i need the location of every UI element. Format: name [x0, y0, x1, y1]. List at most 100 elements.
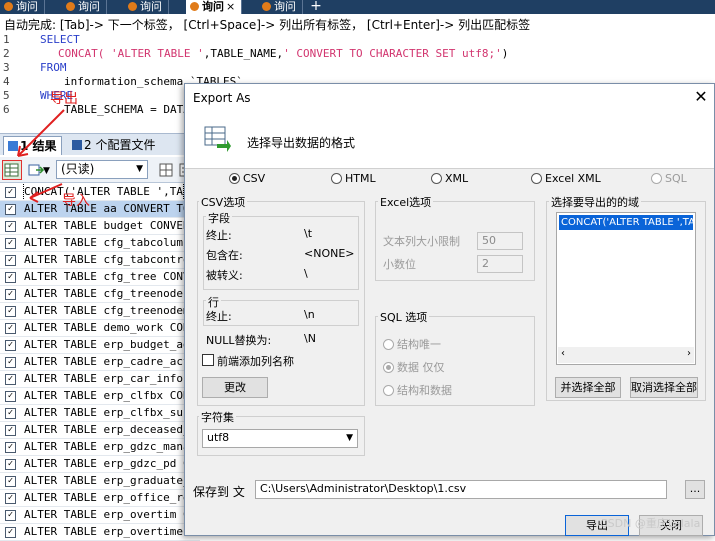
query-tab-icon: [128, 2, 137, 11]
chevron-left-icon[interactable]: ‹: [561, 348, 565, 359]
chevron-right-icon[interactable]: ›: [687, 348, 691, 359]
table-row[interactable]: ✓ ALTER TABLE cfg_treenode: [0, 286, 200, 303]
export-annotation: 导出: [50, 91, 78, 107]
row-checkbox[interactable]: ✓: [5, 289, 16, 300]
table-cell: ALTER TABLE cfg_treenode: [24, 287, 183, 300]
table-row[interactable]: ✓ ALTER TABLE erp_car_info: [0, 371, 200, 388]
table-row[interactable]: ✓ ALTER TABLE erp_office_re: [0, 490, 200, 507]
row-checkbox[interactable]: ✓: [5, 459, 16, 470]
col-width-label: 文本列大小限制: [383, 235, 460, 248]
select-fields-label: 选择要导出的的域: [549, 194, 641, 210]
row-checkbox[interactable]: ✓: [5, 391, 16, 402]
query-tab-2[interactable]: 询问: [62, 0, 107, 14]
null-value[interactable]: \N: [304, 332, 316, 345]
row-checkbox[interactable]: ✓: [5, 272, 16, 283]
terminated-value[interactable]: \t: [304, 227, 312, 240]
add-column-names-checkbox[interactable]: [202, 354, 214, 366]
row-checkbox[interactable]: ✓: [5, 221, 16, 232]
table-row[interactable]: ✓ ALTER TABLE erp_overtime: [0, 524, 200, 541]
table-row[interactable]: ✓ ALTER TABLE cfg_tabcontro: [0, 252, 200, 269]
save-path-input[interactable]: C:\Users\Administrator\Desktop\1.csv: [255, 480, 667, 499]
table-row[interactable]: ✓ ALTER TABLE budget CONVER: [0, 218, 200, 235]
result-grid[interactable]: ✓ CONCAT('ALTER TABLE ',TA ✓ ALTER TABLE aa…: [0, 184, 200, 541]
table-row[interactable]: ✓ ALTER TABLE erp_deceased_: [0, 422, 200, 439]
table-cell: ALTER TABLE erp_overtim C: [24, 508, 190, 521]
sql-data-only-radio[interactable]: 数据 仅仅: [383, 359, 445, 375]
sql-structure-only-radio[interactable]: 结构唯一: [383, 336, 441, 352]
row-checkbox[interactable]: ✓: [5, 340, 16, 351]
fields-list[interactable]: CONCAT('ALTER TABLE ',TABLE ‹ ›: [556, 212, 696, 365]
csv-options-label: CSV选项: [199, 194, 248, 210]
table-row[interactable]: ✓ ALTER TABLE cfg_tabcolumn: [0, 235, 200, 252]
table-cell: ALTER TABLE cfg_tabcolumn: [24, 236, 190, 249]
row-checkbox[interactable]: ✓: [5, 323, 16, 334]
excel-options-label: Excel选项: [378, 194, 434, 210]
format-sql-radio[interactable]: SQL: [651, 172, 687, 185]
line-number: 1: [3, 33, 10, 46]
format-excel-radio[interactable]: Excel XML: [531, 172, 601, 185]
query-tab-4-active[interactable]: 询问 ×: [186, 0, 243, 14]
dialog-titlebar: Export As ✕: [185, 84, 714, 112]
null-label: NULL替换为:: [206, 334, 272, 347]
table-row[interactable]: ✓ ALTER TABLE demo_work CON: [0, 320, 200, 337]
enclosed-value[interactable]: <NONE>: [304, 247, 355, 260]
add-tab-icon[interactable]: +: [308, 0, 324, 14]
table-cell: ALTER TABLE demo_work CON: [24, 321, 190, 334]
row-checkbox[interactable]: ✓: [5, 527, 16, 538]
add-column-names-label: 前端添加列名称: [217, 355, 294, 368]
query-tab-5[interactable]: 询问: [258, 0, 303, 14]
lines-terminated-value[interactable]: \n: [304, 308, 315, 321]
close-icon[interactable]: ✕: [691, 87, 711, 107]
row-checkbox[interactable]: ✓: [5, 238, 16, 249]
radio-icon: [229, 173, 240, 184]
charset-label: 字符集: [199, 409, 236, 425]
table-cell: ALTER TABLE erp_gdzc_pd C: [24, 457, 190, 470]
table-row[interactable]: ✓ ALTER TABLE erp_overtim C: [0, 507, 200, 524]
row-checkbox[interactable]: ✓: [5, 255, 16, 266]
format-xml-radio[interactable]: XML: [431, 172, 468, 185]
row-checkbox[interactable]: ✓: [5, 476, 16, 487]
row-checkbox[interactable]: ✓: [5, 374, 16, 385]
change-button[interactable]: 更改: [202, 377, 268, 398]
select-all-button[interactable]: 并选择全部: [555, 377, 621, 398]
table-row[interactable]: ✓ ALTER TABLE erp_graduate_: [0, 473, 200, 490]
dialog-header-text: 选择导出数据的格式: [247, 136, 356, 150]
table-row[interactable]: ✓ ALTER TABLE erp_cadre_act: [0, 354, 200, 371]
query-tab-1[interactable]: 询问: [0, 0, 45, 14]
table-row[interactable]: ✓ ALTER TABLE erp_clfbx CON: [0, 388, 200, 405]
table-cell: ALTER TABLE erp_clfbx CON: [24, 389, 190, 402]
row-checkbox[interactable]: ✓: [5, 493, 16, 504]
format-html-radio[interactable]: HTML: [331, 172, 376, 185]
row-checkbox[interactable]: ✓: [5, 510, 16, 521]
charset-select[interactable]: utf8 ▼: [202, 429, 358, 448]
row-checkbox[interactable]: ✓: [5, 306, 16, 317]
sql-structure-data-radio[interactable]: 结构和数据: [383, 382, 452, 398]
deselect-all-button[interactable]: 取消选择全部: [630, 377, 698, 398]
import-annotation: 导入: [62, 193, 90, 209]
radio-icon: [383, 362, 394, 373]
export-table-icon: [204, 126, 231, 152]
format-csv-radio[interactable]: CSV: [229, 172, 265, 185]
decimals-input[interactable]: 2: [477, 255, 523, 273]
table-row[interactable]: ✓ ALTER TABLE erp_budget_ad: [0, 337, 200, 354]
table-row[interactable]: ✓ ALTER TABLE cfg_treenodem: [0, 303, 200, 320]
radio-icon: [331, 173, 342, 184]
browse-button[interactable]: ...: [685, 480, 705, 499]
table-row[interactable]: ✓ ALTER TABLE erp_clfbx_sub: [0, 405, 200, 422]
table-row[interactable]: ✓ ALTER TABLE erp_gdzc_pd C: [0, 456, 200, 473]
table-row[interactable]: ✓ ALTER TABLE cfg_tree CONV: [0, 269, 200, 286]
radio-icon: [383, 339, 394, 350]
row-checkbox[interactable]: ✓: [5, 442, 16, 453]
field-item[interactable]: CONCAT('ALTER TABLE ',TABLE: [559, 215, 693, 230]
horizontal-scrollbar[interactable]: ‹ ›: [558, 347, 694, 363]
table-cell: ALTER TABLE erp_overtime: [24, 525, 183, 538]
row-checkbox[interactable]: ✓: [5, 357, 16, 368]
close-tab-icon[interactable]: ×: [226, 0, 235, 14]
row-checkbox[interactable]: ✓: [5, 408, 16, 419]
row-checkbox[interactable]: ✓: [5, 425, 16, 436]
col-width-input[interactable]: 50: [477, 232, 523, 250]
query-tab-3[interactable]: 询问: [124, 0, 169, 14]
table-row[interactable]: ✓ ALTER TABLE erp_gdzc_mana: [0, 439, 200, 456]
table-cell: ALTER TABLE cfg_treenodem: [24, 304, 190, 317]
escaped-value[interactable]: \: [304, 267, 308, 280]
